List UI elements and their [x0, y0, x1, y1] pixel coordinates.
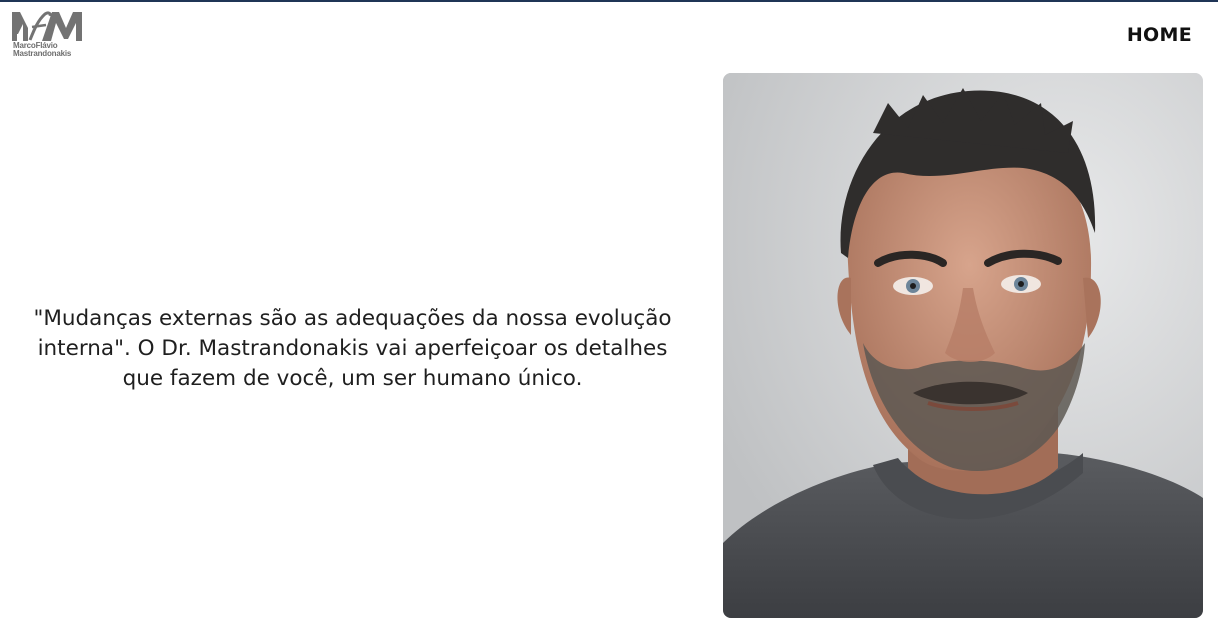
site-logo[interactable]: MarcoFlávio Mastrandonakis [12, 10, 86, 62]
hero-quote: "Mudanças externas são as adequações da … [33, 306, 672, 391]
top-border-line [0, 0, 1218, 2]
logo-wordmark: MarcoFlávio Mastrandonakis [13, 42, 93, 58]
nav-home-link[interactable]: HOME [1127, 24, 1192, 46]
doctor-portrait-image [723, 73, 1203, 618]
logo-last-name: Mastrandonakis [13, 49, 72, 58]
logo-mark-icon [12, 11, 82, 41]
portrait-illustration [723, 73, 1203, 618]
main-nav: HOME [1127, 24, 1192, 46]
